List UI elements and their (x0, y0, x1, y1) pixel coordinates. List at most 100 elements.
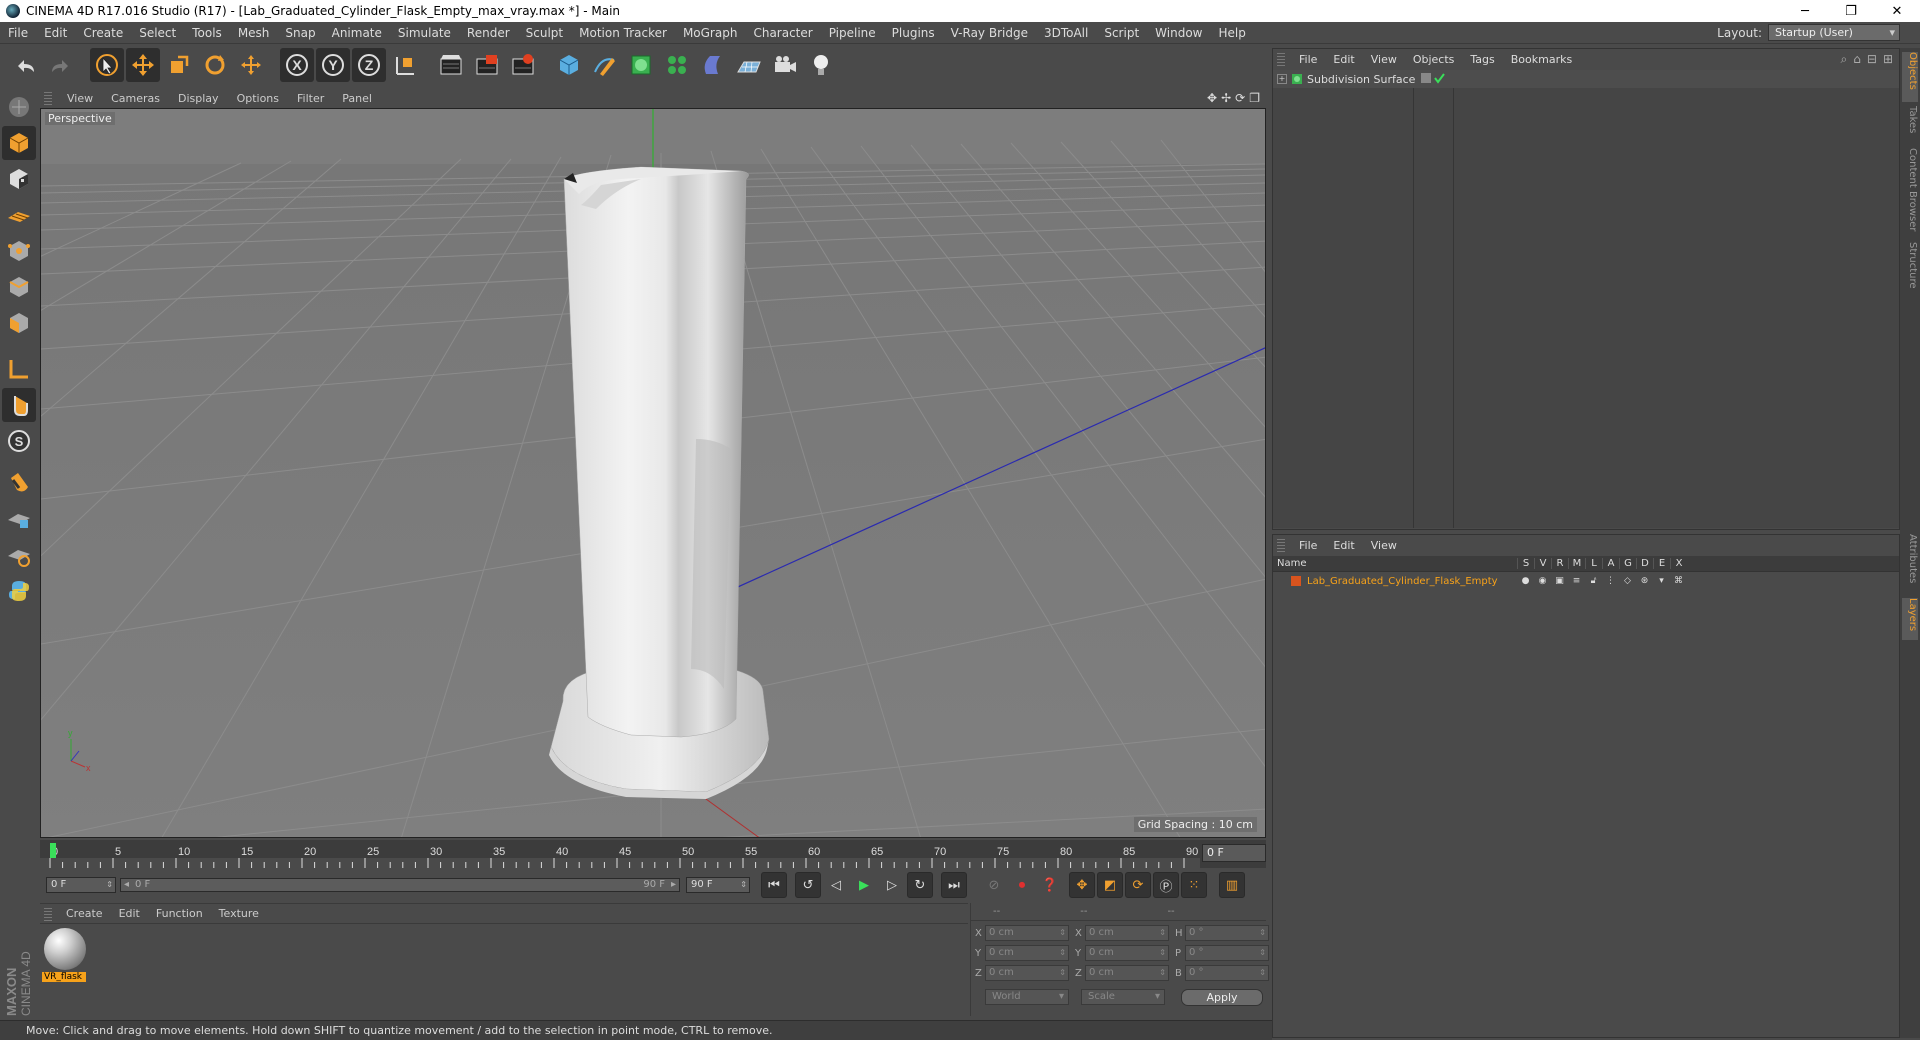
timeline-window-icon[interactable]: ▥ (1219, 872, 1245, 898)
layer-row[interactable]: Lab_Graduated_Cylinder_Flask_Empty ● ◉ ▣… (1273, 573, 1899, 589)
tweak-mode-icon[interactable] (2, 388, 36, 422)
size-x-field[interactable]: 0 cm (1085, 925, 1169, 941)
rotation-h-field[interactable]: 0 ° (1185, 925, 1269, 941)
render-settings-icon[interactable] (506, 48, 540, 82)
material-menu-create[interactable]: Create (58, 907, 111, 920)
render-picture-viewer-icon[interactable] (470, 48, 504, 82)
tab-takes[interactable]: Takes (1902, 106, 1918, 146)
autokeying-icon[interactable]: ❓ (1037, 872, 1063, 898)
undo-button[interactable] (8, 48, 42, 82)
size-z-field[interactable]: 0 cm (1085, 965, 1169, 981)
tab-layers[interactable]: Layers (1902, 598, 1918, 640)
end-frame-field[interactable]: 90 F (686, 877, 750, 893)
menu-pipeline[interactable]: Pipeline (821, 26, 884, 40)
transform-tool-icon[interactable] (234, 48, 268, 82)
layer-panel-grip-icon[interactable] (1277, 538, 1285, 552)
floor-object-icon[interactable] (732, 48, 766, 82)
layer-color-swatch[interactable] (1291, 576, 1301, 586)
objmgr-menu-objects[interactable]: Objects (1405, 53, 1463, 66)
position-x-field[interactable]: 0 cm (985, 925, 1069, 941)
menu-file[interactable]: File (0, 26, 36, 40)
material-panel-grip-icon[interactable] (44, 906, 52, 921)
playhead-marker[interactable] (50, 843, 56, 858)
objmgr-menu-bookmarks[interactable]: Bookmarks (1503, 53, 1580, 66)
viewport-menu-options[interactable]: Options (228, 92, 288, 105)
objmgr-menu-tags[interactable]: Tags (1462, 53, 1502, 66)
tab-objects[interactable]: Objects (1902, 52, 1918, 102)
animation-toggle-icon[interactable]: ⋮ (1602, 576, 1619, 586)
menu-render[interactable]: Render (459, 26, 518, 40)
menu-snap[interactable]: Snap (277, 26, 323, 40)
pan-view-icon[interactable]: ✥ (1207, 91, 1217, 105)
live-selection-tool-icon[interactable] (90, 48, 124, 82)
y-axis-lock-button[interactable]: Y (316, 48, 350, 82)
objmgr-menu-view[interactable]: View (1363, 53, 1405, 66)
scale-tool-icon[interactable] (162, 48, 196, 82)
redo-button[interactable] (44, 48, 78, 82)
range-left-arrow-icon[interactable]: ◂ (124, 879, 129, 891)
menu-help[interactable]: Help (1210, 26, 1253, 40)
texture-mode-icon[interactable] (2, 162, 36, 196)
collapse-icon[interactable]: ⊟ (1867, 52, 1877, 67)
position-y-field[interactable]: 0 cm (985, 945, 1069, 961)
frame-range-slider[interactable]: ◂ 0 F 90 F ▸ (120, 878, 680, 892)
menu-select[interactable]: Select (131, 26, 184, 40)
workplane-mode-icon[interactable] (2, 198, 36, 232)
menu-motion-tracker[interactable]: Motion Tracker (571, 26, 675, 40)
pen-spline-icon[interactable] (588, 48, 622, 82)
next-frame-icon[interactable]: ▷ (879, 872, 905, 898)
key-point-level-icon[interactable]: ⁙ (1181, 872, 1207, 898)
coordinate-space-dropdown[interactable]: World (985, 989, 1069, 1005)
viewport-menu-cameras[interactable]: Cameras (102, 92, 169, 105)
menu-vray-bridge[interactable]: V-Ray Bridge (943, 26, 1036, 40)
laymgr-menu-edit[interactable]: Edit (1325, 539, 1362, 552)
rotation-p-field[interactable]: 0 ° (1185, 945, 1269, 961)
object-visibility-checks-icon[interactable] (1421, 72, 1461, 86)
objmgr-menu-edit[interactable]: Edit (1325, 53, 1362, 66)
menu-animate[interactable]: Animate (324, 26, 390, 40)
position-z-field[interactable]: 0 cm (985, 965, 1069, 981)
go-to-end-icon[interactable]: ⏭ (941, 872, 967, 898)
apply-button[interactable]: Apply (1181, 989, 1263, 1006)
expressions-toggle-icon[interactable]: ▾ (1653, 576, 1670, 586)
render-view-icon[interactable] (434, 48, 468, 82)
key-scale-icon[interactable]: ◩ (1097, 872, 1123, 898)
current-frame-field[interactable]: 0 F (1202, 844, 1266, 862)
tab-structure[interactable]: Structure (1902, 242, 1918, 298)
solo-mode-icon[interactable]: S (2, 424, 36, 458)
cube-primitive-icon[interactable] (552, 48, 586, 82)
play-forward-icon[interactable]: ▶ (851, 872, 877, 898)
edges-mode-icon[interactable] (2, 270, 36, 304)
object-row[interactable]: + Subdivision Surface (1273, 70, 1899, 88)
close-button[interactable]: ✕ (1874, 0, 1920, 22)
viewport-menu-view[interactable]: View (58, 92, 102, 105)
dolly-view-icon[interactable]: ✢ (1221, 91, 1231, 105)
perspective-viewport[interactable]: y x Perspective Grid Spacing : 10 cm (40, 108, 1266, 838)
key-rotation-icon[interactable]: ⟳ (1125, 872, 1151, 898)
view-toggle-icon[interactable]: ◉ (1534, 576, 1551, 586)
home-icon[interactable]: ⌂ (1853, 52, 1861, 67)
maximize-view-icon[interactable]: ❐ (1249, 91, 1260, 105)
objmgr-menu-file[interactable]: File (1291, 53, 1325, 66)
object-panel-grip-icon[interactable] (1277, 52, 1285, 66)
menu-create[interactable]: Create (75, 26, 131, 40)
next-key-icon[interactable]: ↻ (907, 872, 933, 898)
key-parameter-icon[interactable]: Ⓟ (1153, 872, 1179, 898)
rotate-view-icon[interactable]: ⟳ (1235, 91, 1245, 105)
size-mode-dropdown[interactable]: Scale (1081, 989, 1165, 1005)
tab-attributes[interactable]: Attributes (1902, 534, 1918, 594)
laymgr-menu-view[interactable]: View (1363, 539, 1405, 552)
menu-script[interactable]: Script (1096, 26, 1147, 40)
menu-mesh[interactable]: Mesh (230, 26, 278, 40)
move-tool-icon[interactable] (126, 48, 160, 82)
start-frame-field[interactable]: 0 F (46, 877, 116, 893)
menu-mograph[interactable]: MoGraph (675, 26, 746, 40)
z-axis-lock-button[interactable]: Z (352, 48, 386, 82)
deformers-toggle-icon[interactable]: ⊛ (1636, 576, 1653, 586)
record-active-objects-icon[interactable]: ⏺ (1009, 872, 1035, 898)
camera-icon[interactable] (768, 48, 802, 82)
menu-tools[interactable]: Tools (184, 26, 230, 40)
expand-icon[interactable]: + (1277, 74, 1287, 84)
new-window-icon[interactable]: ⊞ (1883, 52, 1893, 67)
previous-frame-icon[interactable]: ◁ (823, 872, 849, 898)
